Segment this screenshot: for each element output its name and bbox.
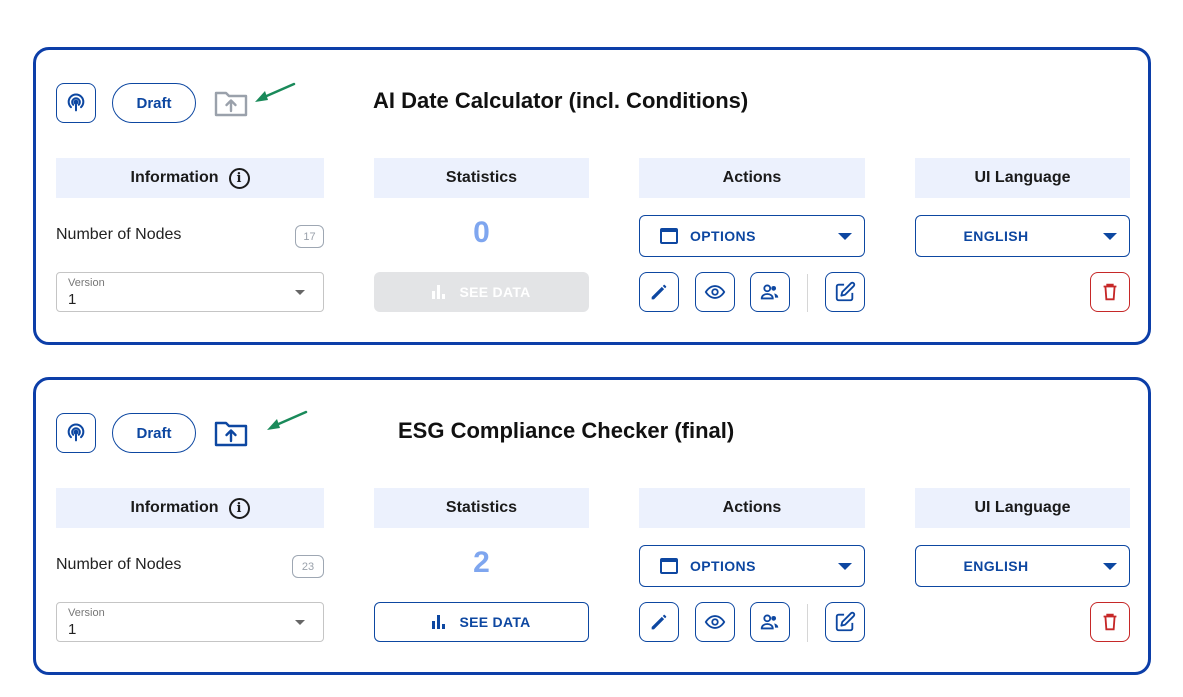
ui-language-dropdown[interactable]: ENGLISH (915, 545, 1130, 587)
users-icon (760, 284, 779, 300)
ui-language-header: UI Language (915, 158, 1130, 198)
version-label: Version (68, 607, 105, 619)
ui-language-dropdown[interactable]: ENGLISH (915, 215, 1130, 257)
pencil-icon (651, 614, 667, 630)
edit-button[interactable] (639, 272, 679, 312)
options-label: OPTIONS (690, 228, 756, 244)
podcast-icon (67, 93, 85, 112)
window-icon (660, 558, 678, 574)
see-data-button[interactable]: SEE DATA (374, 602, 589, 642)
statistics-header: Statistics (374, 488, 589, 528)
annotation-arrow-icon (255, 82, 296, 102)
trash-icon (1103, 283, 1117, 301)
information-header: Information i (56, 158, 324, 198)
caret-down-icon (295, 620, 305, 625)
share-users-button[interactable] (750, 602, 790, 642)
information-header-label: Information (130, 499, 219, 516)
pencil-icon (651, 284, 667, 300)
caret-down-icon (1103, 563, 1117, 570)
caret-down-icon (838, 233, 852, 240)
statistics-header: Statistics (374, 158, 589, 198)
bar-chart-icon (432, 615, 446, 629)
share-users-button[interactable] (750, 272, 790, 312)
folder-upload-icon (214, 421, 248, 447)
info-icon[interactable]: i (228, 497, 250, 519)
annotation-arrow-icon (267, 410, 308, 430)
bar-chart-icon (432, 285, 446, 299)
caret-down-icon (838, 563, 852, 570)
actions-header: Actions (639, 488, 865, 528)
options-label: OPTIONS (690, 558, 756, 574)
actions-divider (807, 274, 808, 312)
flow-card: Draft ESG Compliance Checker (final) Inf… (33, 377, 1151, 675)
edit-square-icon (835, 281, 856, 302)
ui-language-header: UI Language (915, 488, 1130, 528)
node-count-badge: 17 (295, 225, 324, 248)
version-label: Version (68, 277, 105, 289)
podcast-button[interactable] (56, 413, 96, 453)
edit-details-button[interactable] (825, 602, 865, 642)
version-select[interactable]: Version 1 (56, 272, 324, 312)
flow-card: Draft AI Date Calculator (incl. Conditio… (33, 47, 1151, 345)
eye-icon (704, 615, 726, 629)
podcast-button[interactable] (56, 83, 96, 123)
users-icon (760, 614, 779, 630)
statistics-value: 2 (473, 546, 490, 579)
delete-button[interactable] (1090, 272, 1130, 312)
edit-details-button[interactable] (825, 272, 865, 312)
draft-status-button[interactable]: Draft (112, 83, 196, 123)
see-data-label: SEE DATA (459, 614, 531, 630)
options-dropdown[interactable]: OPTIONS (639, 545, 865, 587)
node-count-badge: 23 (292, 555, 324, 578)
number-of-nodes-label: Number of Nodes (56, 556, 182, 573)
language-value: ENGLISH (963, 558, 1029, 574)
folder-upload-button[interactable] (214, 418, 248, 448)
version-value: 1 (68, 291, 77, 308)
actions-header: Actions (639, 158, 865, 198)
actions-divider (807, 604, 808, 642)
flow-title: AI Date Calculator (incl. Conditions) (373, 88, 749, 113)
version-select[interactable]: Version 1 (56, 602, 324, 642)
window-icon (660, 228, 678, 244)
edit-square-icon (835, 611, 856, 632)
delete-button[interactable] (1090, 602, 1130, 642)
caret-down-icon (295, 290, 305, 295)
preview-button[interactable] (695, 272, 735, 312)
information-header-label: Information (130, 169, 219, 186)
caret-down-icon (1103, 233, 1117, 240)
podcast-icon (67, 423, 85, 442)
preview-button[interactable] (695, 602, 735, 642)
number-of-nodes-label: Number of Nodes (56, 226, 182, 243)
info-icon[interactable]: i (228, 167, 250, 189)
folder-upload-button[interactable] (214, 88, 248, 118)
statistics-value: 0 (473, 216, 490, 249)
draft-status-button[interactable]: Draft (112, 413, 196, 453)
see-data-label: SEE DATA (459, 284, 531, 300)
eye-icon (704, 285, 726, 299)
options-dropdown[interactable]: OPTIONS (639, 215, 865, 257)
see-data-button: SEE DATA (374, 272, 589, 312)
edit-button[interactable] (639, 602, 679, 642)
language-value: ENGLISH (963, 228, 1029, 244)
version-value: 1 (68, 621, 77, 638)
flow-title: ESG Compliance Checker (final) (398, 418, 735, 443)
folder-upload-icon (214, 91, 248, 117)
information-header: Information i (56, 488, 324, 528)
trash-icon (1103, 613, 1117, 631)
